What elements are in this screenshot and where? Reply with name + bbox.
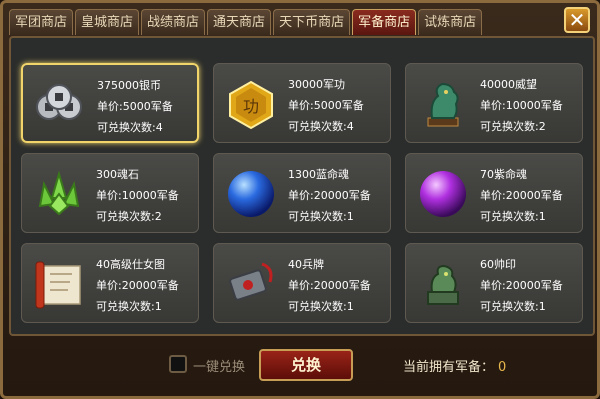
item-grid: 375000银币 单价:5000军备 可兑换次数:4 功 30000军功 单价:…: [9, 36, 595, 336]
tab-armament-shop[interactable]: 军备商店: [352, 9, 417, 35]
seal-icon: [427, 264, 459, 305]
blue-orb-icon: [228, 171, 274, 217]
item-name: 1300蓝命魂: [288, 168, 349, 181]
owned-value: 0: [498, 360, 507, 375]
close-icon: ✕: [568, 8, 586, 32]
item-remaining: 可兑换次数:4: [97, 121, 163, 134]
shop-window: 军团商店 皇城商店 战绩商店 通天商店 天下币商店 军备商店 试炼商店 ✕ 37…: [0, 0, 600, 399]
item-name: 40000威望: [480, 78, 537, 91]
item-remaining: 可兑换次数:1: [480, 210, 546, 223]
tab-trial-shop[interactable]: 试炼商店: [418, 9, 483, 35]
item-name: 40兵牌: [288, 258, 324, 271]
owned-armament: 当前拥有军备： 0: [403, 356, 506, 375]
item-price: 单价:20000军备: [96, 279, 179, 292]
one-click-label: 一键兑换: [193, 360, 246, 375]
owned-label: 当前拥有军备：: [403, 360, 495, 375]
item-remaining: 可兑换次数:2: [96, 210, 162, 223]
item-card-marshal-seal[interactable]: 60帅印 单价:20000军备 可兑换次数:1: [405, 243, 583, 323]
soul-stone-icon: [38, 170, 80, 216]
purple-orb-icon: [420, 171, 466, 217]
scroll-icon: [35, 261, 81, 309]
dragon-statue-icon: [427, 82, 459, 127]
shop-tabs: 军团商店 皇城商店 战绩商店 通天商店 天下币商店 军备商店 试炼商店: [9, 9, 483, 35]
item-price: 单价:5000军备: [97, 100, 173, 113]
item-remaining: 可兑换次数:4: [288, 120, 354, 133]
tab-record-shop[interactable]: 战绩商店: [141, 9, 206, 35]
item-remaining: 可兑换次数:1: [288, 300, 354, 313]
exchange-button[interactable]: 兑换: [259, 349, 353, 381]
close-button[interactable]: ✕: [564, 7, 590, 33]
item-card-soldier-token[interactable]: 40兵牌 单价:20000军备 可兑换次数:1: [213, 243, 391, 323]
token-icon: [229, 262, 273, 301]
item-price: 单价:10000军备: [96, 189, 179, 202]
item-name: 30000军功: [288, 78, 345, 91]
item-card-blue-soul[interactable]: 1300蓝命魂 单价:20000军备 可兑换次数:1: [213, 153, 391, 233]
item-card-soul-stone[interactable]: 300魂石 单价:10000军备 可兑换次数:2: [21, 153, 199, 233]
item-card-prestige[interactable]: 40000威望 单价:10000军备 可兑换次数:2: [405, 63, 583, 143]
item-card-painting[interactable]: 40高级仕女图 单价:20000军备 可兑换次数:1: [21, 243, 199, 323]
one-click-checkbox[interactable]: [169, 355, 187, 373]
item-remaining: 可兑换次数:2: [480, 120, 546, 133]
item-price: 单价:10000军备: [480, 99, 563, 112]
item-price: 单价:20000军备: [480, 189, 563, 202]
item-name: 40高级仕女图: [96, 258, 165, 271]
item-card-silver[interactable]: 375000银币 单价:5000军备 可兑换次数:4: [21, 63, 199, 143]
item-remaining: 可兑换次数:1: [480, 300, 546, 313]
item-price: 单价:20000军备: [480, 279, 563, 292]
footer-bar: 一键兑换 兑换 当前拥有军备： 0: [3, 343, 600, 393]
tab-tianxia-coin-shop[interactable]: 天下币商店: [273, 9, 351, 35]
item-price: 单价:5000军备: [288, 99, 364, 112]
tab-legion-shop[interactable]: 军团商店: [9, 9, 74, 35]
item-remaining: 可兑换次数:1: [288, 210, 354, 223]
tab-imperial-shop[interactable]: 皇城商店: [75, 9, 140, 35]
tab-tongtian-shop[interactable]: 通天商店: [207, 9, 272, 35]
item-remaining: 可兑换次数:1: [96, 300, 162, 313]
item-name: 60帅印: [480, 258, 516, 271]
item-card-merit[interactable]: 功 30000军功 单价:5000军备 可兑换次数:4: [213, 63, 391, 143]
item-name: 375000银币: [97, 79, 161, 92]
item-price: 单价:20000军备: [288, 189, 371, 202]
merit-medal-icon: 功: [229, 80, 273, 130]
silver-coins-icon: [36, 84, 82, 120]
item-name: 70紫命魂: [480, 168, 527, 181]
svg-text:功: 功: [243, 97, 259, 116]
item-card-purple-soul[interactable]: 70紫命魂 单价:20000军备 可兑换次数:1: [405, 153, 583, 233]
item-name: 300魂石: [96, 168, 139, 181]
item-price: 单价:20000军备: [288, 279, 371, 292]
